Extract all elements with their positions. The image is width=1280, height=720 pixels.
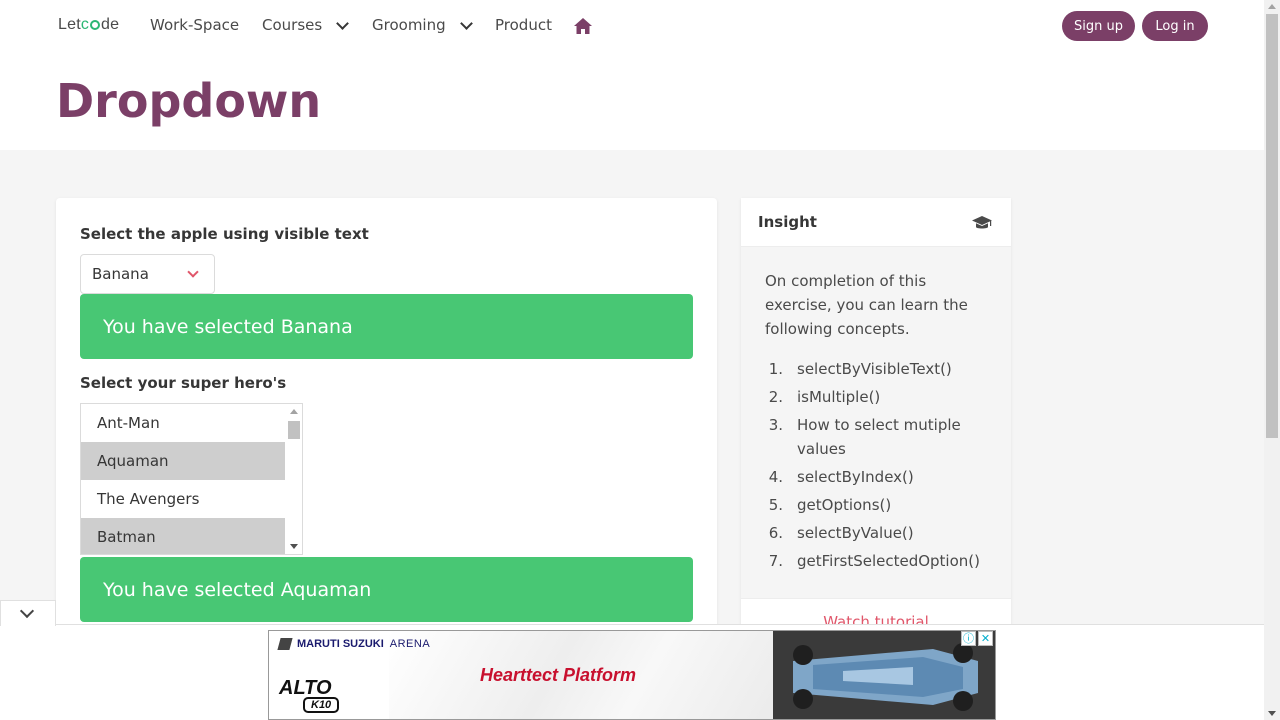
scroll-up-arrow-icon[interactable] (290, 409, 298, 414)
list-item: 4. selectByIndex() (765, 465, 995, 489)
graduation-cap-icon (972, 216, 992, 229)
nav-workspace[interactable]: Work-Space (150, 16, 239, 34)
banner-ad[interactable]: MARUTI SUZUKI ARENA ALTO K10 Hearttect P… (268, 630, 996, 720)
chevron-down-icon (187, 266, 199, 278)
list-item: 1. selectByVisibleText() (765, 357, 995, 381)
fruit-select-value: Banana (92, 265, 149, 283)
list-item[interactable]: Ant-Man (81, 404, 285, 442)
scroll-down-arrow-icon[interactable] (290, 544, 298, 549)
list-item[interactable]: Batman (81, 518, 285, 554)
list-text: getOptions() (797, 496, 892, 514)
list-number: 3. (768, 416, 783, 434)
page-scrollbar[interactable] (1264, 0, 1280, 720)
list-item[interactable]: Aquaman (81, 442, 285, 480)
chevron-down-icon (336, 16, 350, 30)
nav-product[interactable]: Product (495, 16, 552, 34)
fruit-select[interactable]: Banana (80, 254, 215, 294)
nav-courses[interactable]: Courses (262, 16, 350, 34)
list-text: How to select mutiple values (797, 416, 961, 458)
suzuki-logo-icon (277, 638, 293, 650)
insight-title: Insight (758, 213, 817, 231)
insight-intro: On completion of this exercise, you can … (765, 272, 968, 338)
insight-header: Insight (741, 198, 1011, 247)
superhero-multiselect[interactable]: Ant-Man Aquaman The Avengers Batman (80, 403, 303, 555)
list-item: 6. selectByValue() (765, 521, 995, 545)
brand-logo[interactable]: Letc de (58, 16, 119, 34)
ad-controls: ⓘ ✕ (961, 631, 993, 646)
scroll-up-arrow-icon[interactable] (1268, 4, 1276, 9)
hero-select-label: Select your super hero's (80, 374, 287, 392)
ad-brand: MARUTI SUZUKI ARENA (277, 638, 431, 650)
ad-collapse-toggle[interactable] (0, 600, 56, 626)
list-number: 2. (768, 388, 783, 406)
list-text: selectByVisibleText() (797, 360, 952, 378)
ad-close-icon[interactable]: ✕ (978, 631, 993, 646)
page-hero: Dropdown (0, 52, 1264, 150)
insight-body: On completion of this exercise, you can … (741, 247, 1011, 598)
nav-grooming-label: Grooming (372, 16, 446, 34)
list-text: isMultiple() (797, 388, 881, 406)
insight-panel: Insight On completion of this exercise, … (741, 198, 1011, 638)
brand-o-ring (90, 20, 101, 30)
list-number: 6. (768, 524, 783, 542)
fruit-notice-text: You have selected Banana (103, 315, 353, 338)
list-number: 5. (768, 496, 783, 514)
exercise-card: Select the apple using visible text Bana… (56, 198, 717, 638)
list-text: selectByIndex() (797, 468, 914, 486)
list-item: 2. isMultiple() (765, 385, 995, 409)
page-scroll-thumb[interactable] (1266, 14, 1278, 438)
nav-courses-label: Courses (262, 16, 323, 34)
ad-variant: K10 (303, 697, 340, 713)
scroll-down-arrow-icon[interactable] (1268, 711, 1276, 716)
navbar: Letc de Work-Space Courses Grooming Produ… (0, 0, 1264, 52)
home-icon[interactable] (573, 17, 593, 35)
list-text: selectByValue() (797, 524, 914, 542)
ad-brand-arena: ARENA (389, 638, 431, 650)
page-title: Dropdown (56, 74, 322, 128)
list-item: 5. getOptions() (765, 493, 995, 517)
brand-suffix: de (101, 16, 120, 33)
ad-headline: Hearttect Platform (480, 665, 637, 685)
list-item: 3. How to select mutiple values (765, 413, 995, 461)
fruit-notice: You have selected Banana (80, 294, 693, 359)
hero-notice-text: You have selected Aquaman (103, 578, 372, 601)
scroll-thumb[interactable] (288, 421, 300, 439)
fruit-select-label: Select the apple using visible text (80, 225, 369, 243)
brand-prefix: Let (58, 16, 81, 33)
concept-list: 1. selectByVisibleText() 2. isMultiple() 3… (765, 357, 995, 577)
chevron-down-icon (459, 16, 473, 30)
ad-info-icon[interactable]: ⓘ (961, 631, 976, 646)
signup-button[interactable]: Sign up (1062, 11, 1135, 41)
ad-brand-name: MARUTI SUZUKI (297, 638, 384, 650)
list-number: 7. (768, 552, 783, 570)
list-item: 7. getFirstSelectedOption() (765, 549, 995, 573)
list-number: 4. (768, 468, 783, 486)
nav-product-label: Product (495, 16, 552, 34)
list-number: 1. (768, 360, 783, 378)
chevron-down-icon (19, 603, 35, 619)
login-button[interactable]: Log in (1142, 11, 1208, 41)
list-item[interactable]: The Avengers (81, 480, 285, 518)
listbox-scrollbar[interactable] (285, 404, 302, 554)
hero-notice: You have selected Aquaman (80, 557, 693, 622)
list-text: getFirstSelectedOption() (797, 552, 980, 570)
brand-c: c (80, 16, 90, 33)
nav-grooming[interactable]: Grooming (372, 16, 473, 34)
nav-workspace-label: Work-Space (150, 16, 240, 34)
